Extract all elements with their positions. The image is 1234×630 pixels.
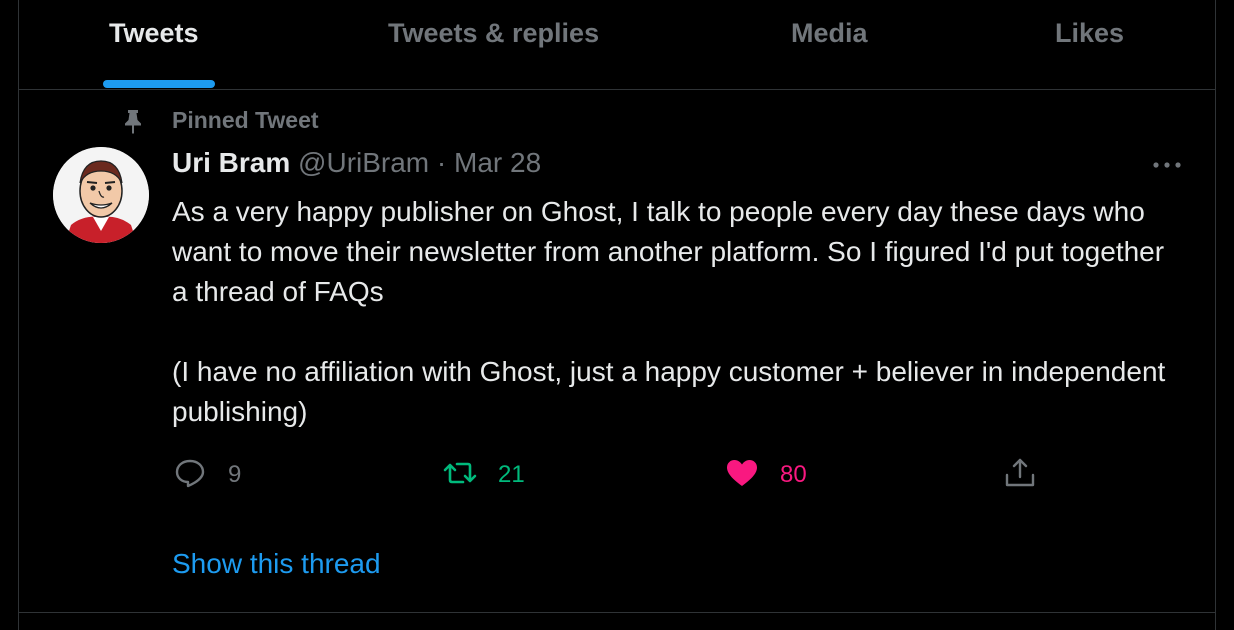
tweet-paragraph: As a very happy publisher on Ghost, I ta… <box>172 196 1165 307</box>
author-display-name[interactable]: Uri Bram <box>172 147 290 178</box>
reply-icon <box>172 455 208 496</box>
timeline-column: Tweets Tweets & replies Media Likes Pinn… <box>18 0 1216 630</box>
retweet-icon <box>442 455 478 496</box>
tab-likes[interactable]: Likes <box>1055 18 1124 49</box>
tab-tweets-and-replies[interactable]: Tweets & replies <box>388 18 599 49</box>
more-options-button[interactable] <box>1150 150 1184 180</box>
pinned-tweet-label: Pinned Tweet <box>172 107 319 133</box>
tab-tweets[interactable]: Tweets <box>109 18 199 49</box>
reply-count: 9 <box>228 461 242 488</box>
share-icon <box>1002 455 1038 496</box>
tweet-paragraph: (I have no affiliation with Ghost, just … <box>172 356 1166 427</box>
pin-icon <box>119 107 147 135</box>
reply-button[interactable]: 9 <box>172 455 241 495</box>
heart-icon <box>724 455 760 496</box>
retweet-count: 21 <box>498 461 525 488</box>
show-thread-link[interactable]: Show this thread <box>172 548 381 580</box>
avatar[interactable] <box>53 147 149 243</box>
tweet-actions: 9 21 80 <box>172 455 1072 495</box>
tweet-text: As a very happy publisher on Ghost, I ta… <box>172 192 1182 432</box>
tweet-header: Uri Bram @UriBram · Mar 28 <box>172 147 541 183</box>
header-separator: · <box>436 147 447 178</box>
tab-media[interactable]: Media <box>791 18 868 49</box>
author-handle[interactable]: @UriBram <box>298 147 429 178</box>
profile-tabs: Tweets Tweets & replies Media Likes <box>19 0 1215 90</box>
share-button[interactable] <box>1002 455 1038 495</box>
like-button[interactable]: 80 <box>724 455 807 495</box>
divider <box>19 612 1215 613</box>
active-tab-indicator <box>103 80 215 88</box>
like-count: 80 <box>780 461 807 488</box>
retweet-button[interactable]: 21 <box>442 455 525 495</box>
more-icon <box>1150 162 1184 184</box>
tweet-date[interactable]: Mar 28 <box>454 147 541 178</box>
